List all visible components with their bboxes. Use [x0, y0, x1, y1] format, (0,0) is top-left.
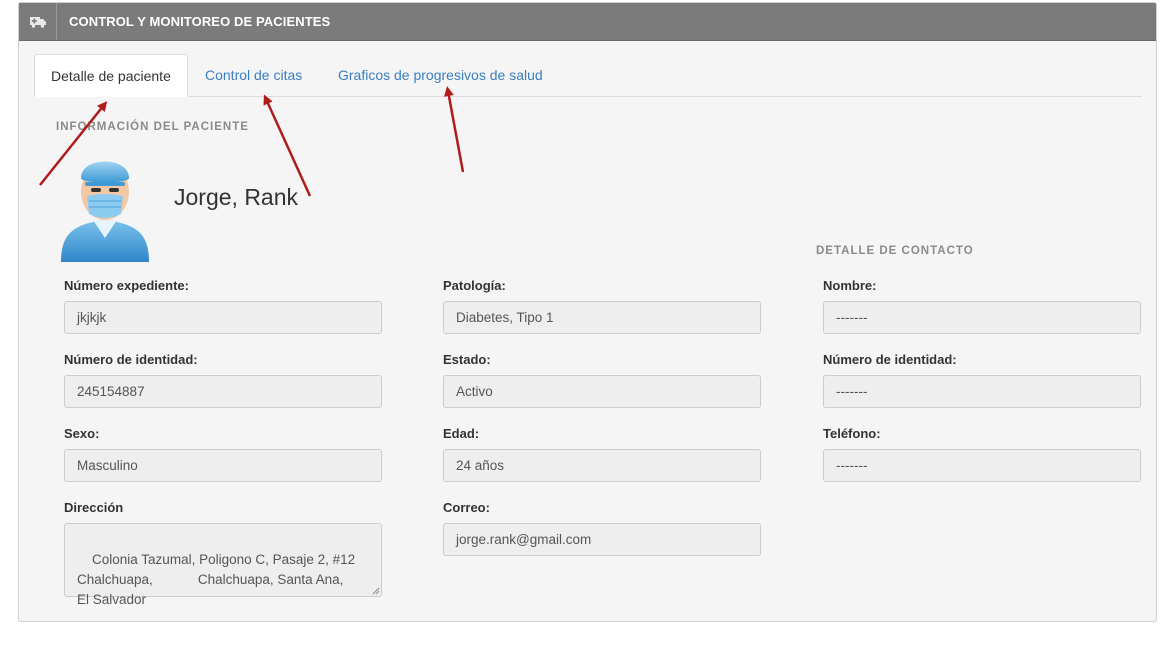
- contacto-identidad-field[interactable]: -------: [823, 375, 1141, 408]
- direccion-textarea[interactable]: Colonia Tazumal, Poligono C, Pasaje 2, #…: [64, 523, 382, 607]
- tab-detalle-paciente[interactable]: Detalle de paciente: [34, 54, 188, 97]
- contacto-telefono-field[interactable]: -------: [823, 449, 1141, 482]
- correo-field[interactable]: jorge.rank@gmail.com: [443, 523, 761, 556]
- panel-header: CONTROL Y MONITOREO DE PACIENTES: [19, 3, 1156, 41]
- direccion-text: Colonia Tazumal, Poligono C, Pasaje 2, #…: [77, 552, 356, 607]
- estado-field[interactable]: Activo: [443, 375, 761, 408]
- edad-field[interactable]: 24 años: [443, 449, 761, 482]
- direccion-label: Dirección: [64, 500, 124, 515]
- patologia-field[interactable]: Diabetes, Tipo 1: [443, 301, 761, 334]
- panel-title: CONTROL Y MONITOREO DE PACIENTES: [69, 14, 331, 29]
- edad-label: Edad:: [443, 426, 480, 441]
- contacto-telefono-label: Teléfono:: [823, 426, 881, 441]
- resize-handle-icon[interactable]: [372, 587, 380, 595]
- tab-bar: Detalle de paciente Control de citas Gra…: [34, 54, 1142, 97]
- contacto-identidad-label: Número de identidad:: [823, 352, 957, 367]
- identidad-label: Número de identidad:: [64, 352, 198, 367]
- correo-label: Correo:: [443, 500, 490, 515]
- patologia-label: Patología:: [443, 278, 506, 293]
- contact-detail-heading: DETALLE DE CONTACTO: [816, 245, 974, 257]
- sexo-label: Sexo:: [64, 426, 100, 441]
- identidad-field[interactable]: 245154887: [64, 375, 382, 408]
- estado-label: Estado:: [443, 352, 491, 367]
- doctor-avatar-icon: [55, 148, 155, 268]
- tab-control-citas[interactable]: Control de citas: [189, 54, 318, 96]
- ambulance-icon: [19, 3, 57, 40]
- patient-panel: CONTROL Y MONITOREO DE PACIENTES Detalle…: [18, 2, 1157, 622]
- patient-name: Jorge, Rank: [174, 184, 299, 210]
- expediente-field[interactable]: jkjkjk: [64, 301, 382, 334]
- sexo-field[interactable]: Masculino: [64, 449, 382, 482]
- patient-info-heading: INFORMACIÓN DEL PACIENTE: [56, 121, 249, 133]
- contacto-nombre-label: Nombre:: [823, 278, 877, 293]
- expediente-label: Número expediente:: [64, 278, 189, 293]
- tab-graficos-progresivos[interactable]: Graficos de progresivos de salud: [322, 54, 559, 96]
- contacto-nombre-field[interactable]: -------: [823, 301, 1141, 334]
